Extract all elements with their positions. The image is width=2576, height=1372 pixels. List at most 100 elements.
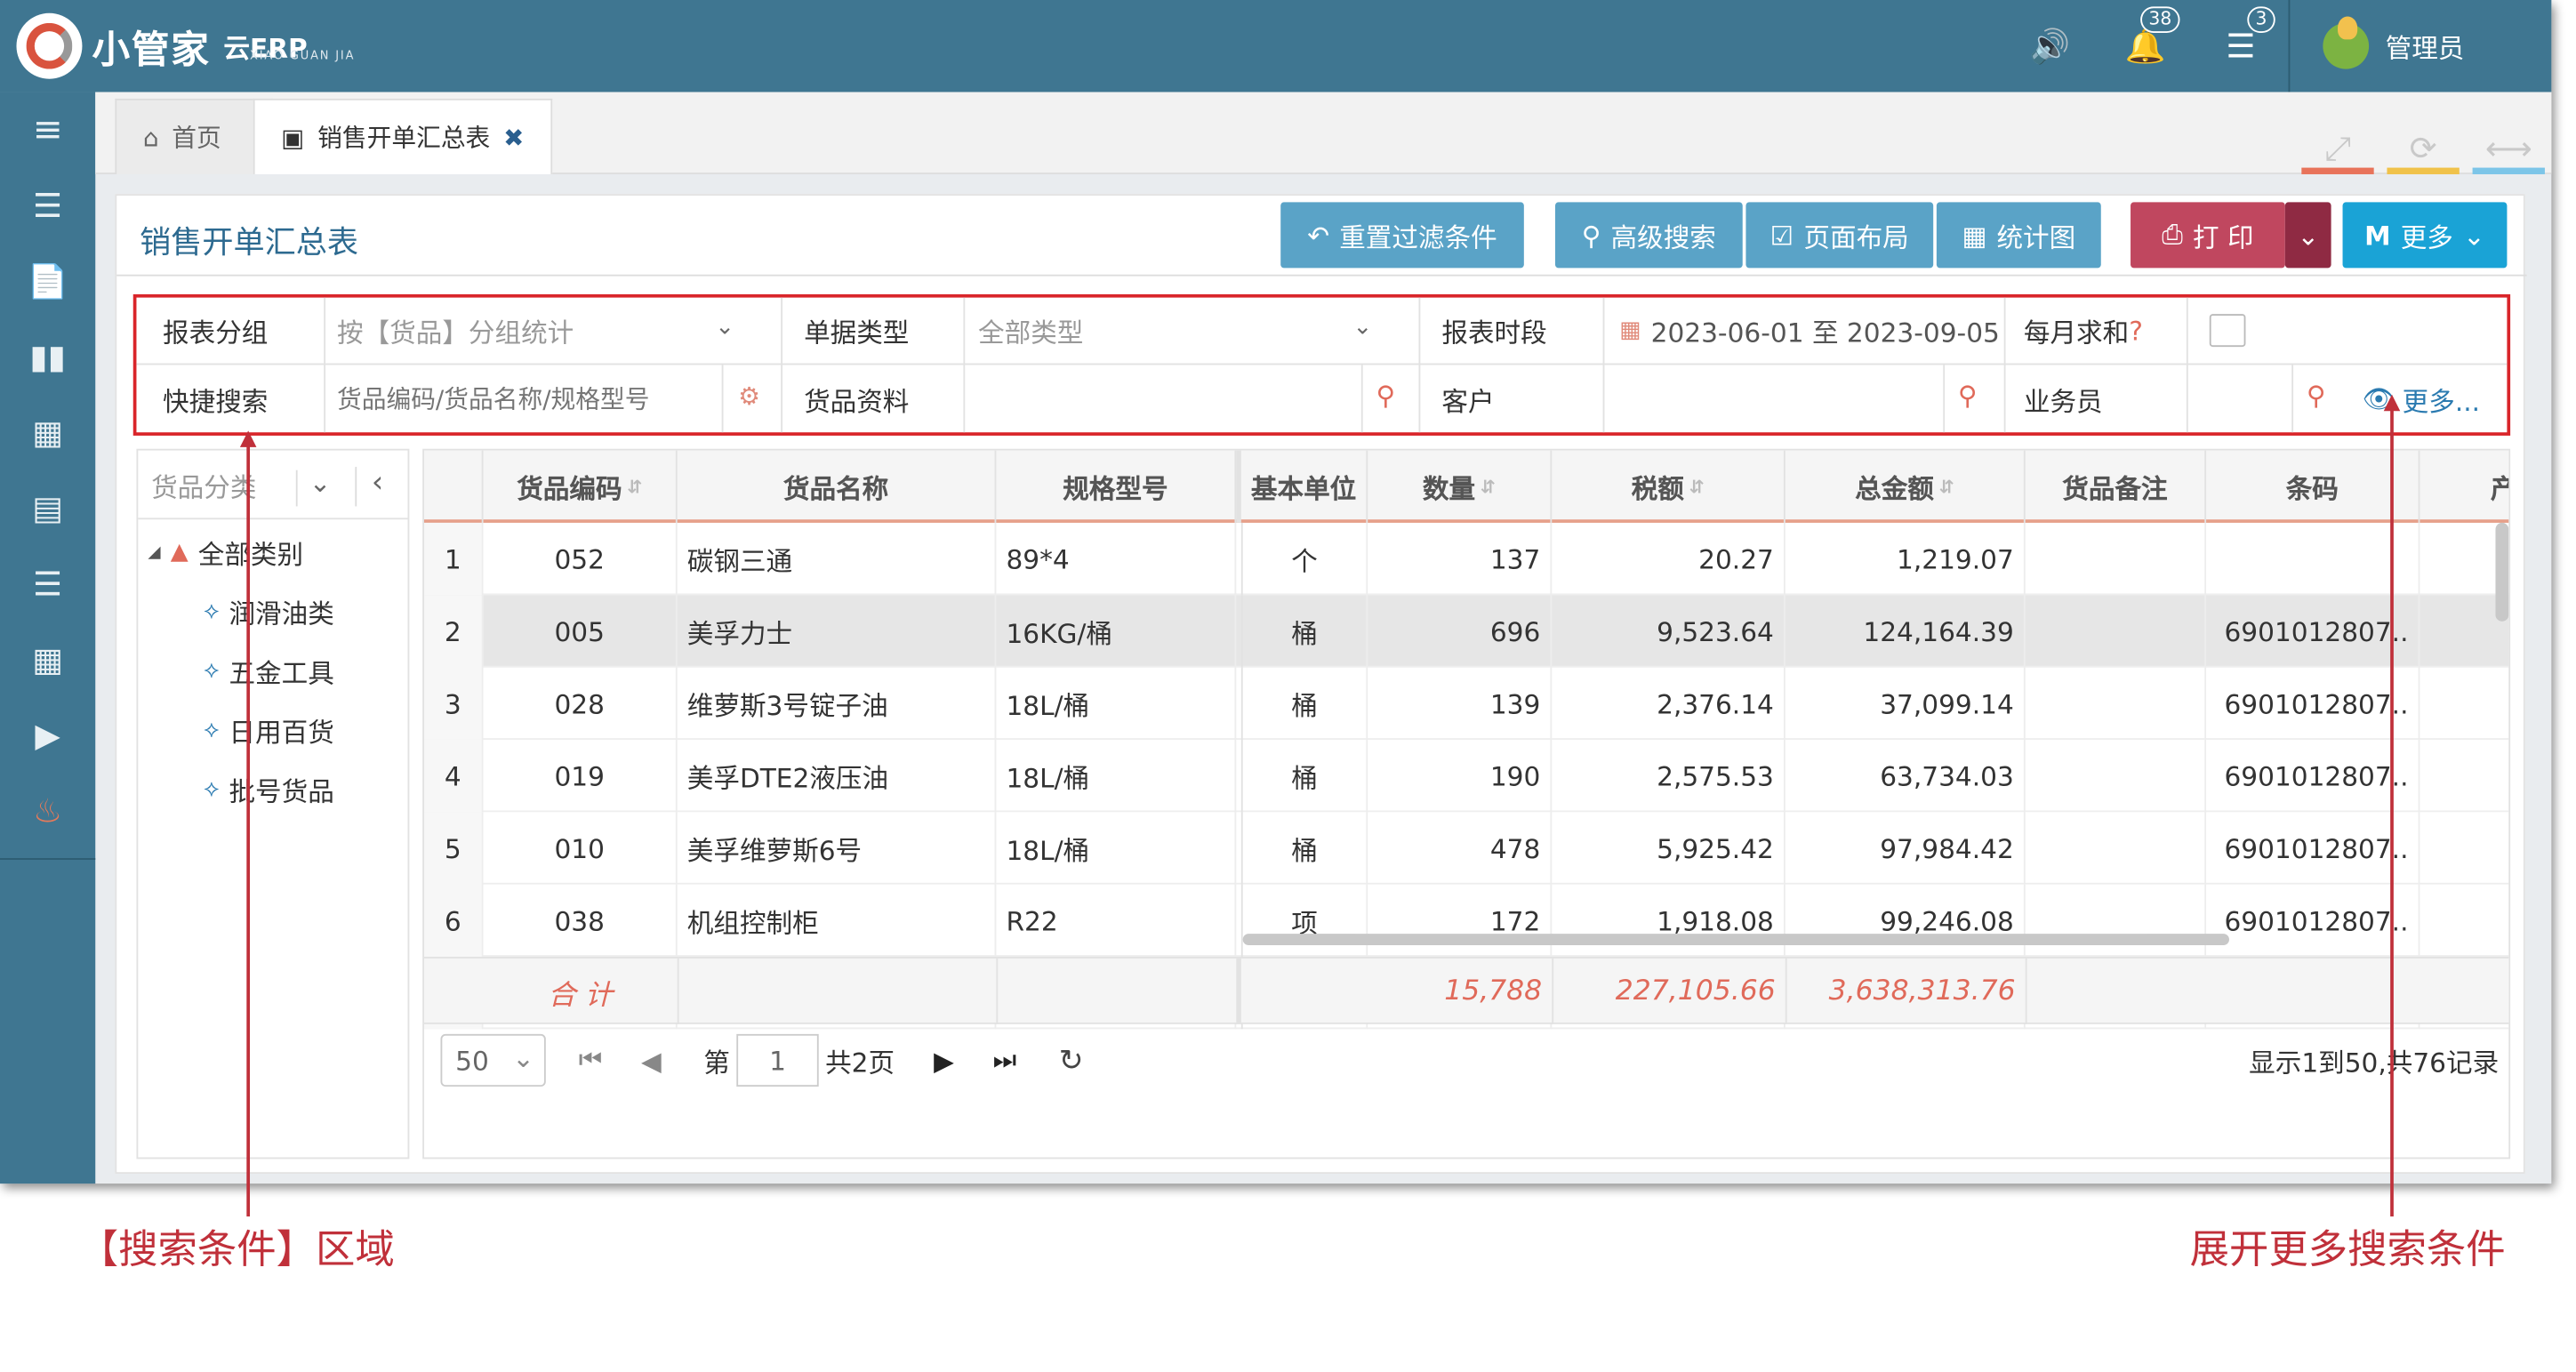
quick-search-input[interactable] [326,368,722,429]
monthly-sum-checkbox[interactable] [2209,314,2246,348]
table-cell-tax: 9,523.64 [1552,595,1786,668]
user-menu[interactable]: 管理员 [2288,0,2552,92]
layers-icon[interactable]: ☰ [0,168,95,244]
user-name: 管理员 [2385,32,2465,65]
table-cell-unit: 桶 [1240,667,1368,740]
goods-input[interactable] [967,365,1361,432]
fullscreen-button[interactable]: ⤢ [2301,122,2374,174]
column-header-code[interactable]: 货品编码 ⇵ [484,450,678,523]
tree-node-root[interactable]: ◢ ▲ 全部类别 [148,533,303,572]
tree-node-daily-goods[interactable]: ⟡ 日用百货 [204,710,334,750]
table-cell-name: 美孚力士 [678,595,997,668]
column-header-qty[interactable]: 数量 ⇵ [1368,450,1553,523]
table-cell-tax: 20.27 [1552,522,1786,596]
table-cell-unit: 项 [1240,884,1368,958]
print-button[interactable]: ⎙ 打 印 [2131,202,2285,269]
table-cell-total: 97,984.42 [1786,812,2026,885]
doc-type-select[interactable]: 全部类型 [978,298,1083,364]
vertical-scrollbar[interactable] [2495,522,2509,622]
refresh-button[interactable]: ⟳ [2387,122,2460,174]
column-header-origin[interactable]: 产 [2420,451,2508,523]
bar-chart-icon[interactable]: ▮▮ [0,319,95,395]
fire-icon[interactable]: ♨ [0,773,95,848]
gears-icon[interactable]: ⚙ [738,381,760,411]
column-header-remark[interactable]: 货品备注 [2026,450,2207,523]
tab-home[interactable]: ⌂ 首页 [115,98,273,174]
logo[interactable]: 小管家 云ERP [16,12,308,79]
column-header-barcode[interactable]: 条码 [2206,450,2420,523]
page-size-select[interactable]: 50 ⌄ [440,1033,546,1087]
column-header-total[interactable]: 总金额 ⇵ [1786,450,2026,523]
prev-page-icon[interactable]: ◀ [641,1034,662,1087]
table-cell-code: 038 [484,884,678,958]
zoom-search-icon[interactable]: ⚲ [1958,380,1978,411]
tree-node-batch-goods[interactable]: ⟡ 批号货品 [204,769,334,808]
tree-node-hardware[interactable]: ⟡ 五金工具 [204,651,334,690]
chevron-down-icon[interactable]: ⌄ [1353,314,1373,341]
close-icon[interactable]: ✖ [503,123,524,152]
table-row[interactable]: 6 038 机组控制柜 R22 项 172 1,918.08 99,246.08 6901012… [423,884,2509,958]
salesman-input[interactable] [2190,365,2292,432]
print-dropdown-button[interactable]: ⌄ [2284,202,2331,269]
next-page-icon[interactable]: ▶ [934,1034,954,1087]
table-icon[interactable]: ▦ [0,395,95,470]
column-header-tax[interactable]: 税额 ⇵ [1552,450,1786,523]
menu-icon[interactable]: ≡ [0,92,95,168]
reset-filter-button[interactable]: ↶ 重置过滤条件 [1280,202,1524,269]
column-header-unit[interactable]: 基本单位 [1236,450,1368,523]
table-cell-barcode: 6901012807.. [2206,884,2420,958]
summary-total: 3,638,313.76 [1828,975,2016,1008]
zoom-search-icon[interactable]: ⚲ [2307,380,2326,411]
notification-button[interactable]: 🔔 38 [2098,0,2193,92]
page-number-input[interactable]: 1 [736,1033,819,1087]
horizontal-scrollbar[interactable] [1242,934,2229,946]
summary-tax: 227,105.66 [1615,975,1776,1008]
statistics-chart-button[interactable]: ▦ 统计图 [1936,202,2101,269]
table-row[interactable]: 4 019 美孚DTE2液压油 18L/桶桶 190 2,575.53 63,734.03 6… [423,739,2509,813]
customer-input[interactable] [1606,365,1943,432]
table-cell-code: 028 [484,667,678,740]
volume-icon[interactable]: 🔊 [2002,0,2098,92]
table-cell-idx: 6 [423,884,484,958]
last-page-icon[interactable]: ⏭ [993,1034,1017,1087]
more-conditions-link[interactable]: 👁 更多... [2363,365,2480,432]
tab-report[interactable]: ▣ 销售开单汇总表 ✖ [253,98,553,174]
page-layout-button[interactable]: ☑ 页面布局 [1745,202,1934,269]
first-page-icon[interactable]: ⏮ [579,1034,603,1087]
customer-label: 客户 [1441,385,1495,417]
document-icon[interactable]: 📄 [0,244,95,319]
chevron-down-icon[interactable]: ⌄ [309,467,332,498]
chevron-down-icon[interactable]: ⌄ [715,314,734,341]
zoom-search-icon[interactable]: ⚲ [1376,380,1395,411]
help-icon[interactable]: ? [2129,315,2143,346]
report-period-input[interactable]: ▦ 2023-06-01 至 2023-09-05 [1619,298,2000,364]
report-group-select[interactable]: 按【货品】分组统计 [337,298,574,364]
list-icon[interactable]: ☰ [0,546,95,622]
table-row[interactable]: 3 028 维萝斯3号锭子油 18L/桶桶 139 2,376.14 37,099.14 69… [423,667,2509,740]
table-cell-spec: 18L/桶 [996,667,1237,740]
table-row[interactable]: 5 010 美孚维萝斯6号 18L/桶桶 478 5,925.42 97,984.42 690… [423,812,2509,885]
chevron-left-icon[interactable]: ‹ [372,465,383,500]
refresh-icon[interactable]: ↻ [1059,1034,1084,1087]
table-cell-unit: 个 [1240,522,1368,596]
tree-header-divider [295,469,298,507]
task-button[interactable]: ☰ 3 [2193,0,2288,92]
list-form-icon[interactable]: ▤ [0,470,95,546]
card-icon: ▣ [281,122,305,153]
home-icon: ⌂ [142,122,159,153]
table-cell-code: 005 [484,595,678,668]
more-button[interactable]: M 更多 ⌄ [2342,202,2508,269]
tree-header[interactable]: 货品分类 ⌄ ‹ [138,451,408,520]
tree-node-lubricant[interactable]: ⟡ 润滑油类 [204,592,334,631]
column-header-spec[interactable]: 规格型号 [996,450,1237,523]
pointer-icon[interactable]: ▶ [0,697,95,773]
apps-icon[interactable]: ▦ [0,622,95,697]
width-toggle-button[interactable]: ⟷ [2472,122,2545,174]
advanced-search-button[interactable]: ⚲ 高级搜索 [1554,202,1743,269]
tree-node-label: 润滑油类 [229,598,334,630]
table-row[interactable]: 2 005 美孚力士 16KG/桶桶 696 9,523.64 124,164.39 6901… [423,595,2509,668]
top-bar: 小管家 云ERP XIAO GUAN JIA 🔊 🔔 38 ☰ 3 管理员 [0,0,2552,92]
page-prefix: 第 [703,1047,730,1079]
column-header-name[interactable]: 货品名称 [678,450,997,523]
table-row[interactable]: 1 052 碳钢三通 89*4 个 137 20.27 1,219.07 [423,522,2509,596]
